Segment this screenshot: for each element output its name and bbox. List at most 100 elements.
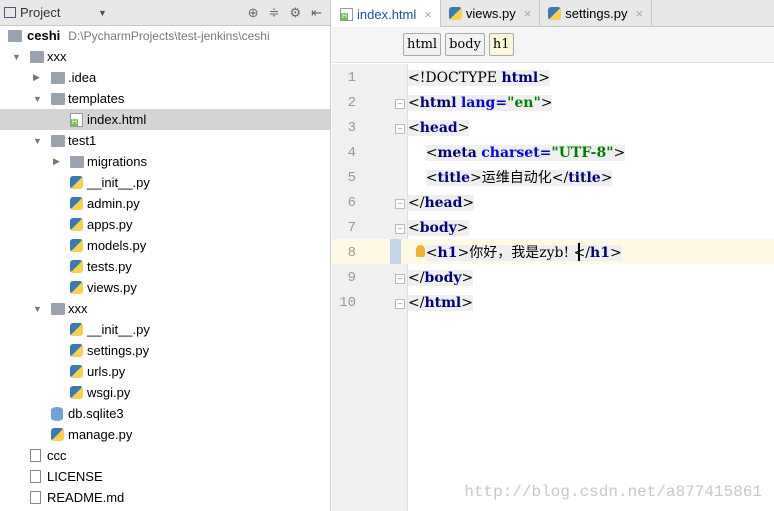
expanded-arrow-icon[interactable]: ▼ [33,136,42,146]
lightbulb-icon[interactable] [416,245,425,257]
tab-label: views.py [465,5,516,21]
tree-item[interactable]: ccc [0,445,330,466]
tab-views-py[interactable]: views.py × [441,0,541,26]
code-line[interactable]: <meta charset="UTF-8"> [408,141,626,166]
python-file-icon [70,218,83,231]
tree-item[interactable]: settings.py [0,340,330,361]
hide-panel-icon[interactable]: ⇤ [311,5,322,21]
tree-item-label: xxx [47,49,67,64]
line-number: 6 [347,195,356,211]
tree-item-label: manage.py [68,427,133,442]
tree-item[interactable]: manage.py [0,424,330,445]
tree-item[interactable]: README.md [0,487,330,508]
tree-item-label: settings.py [87,343,150,358]
tree-item[interactable]: urls.py [0,361,330,382]
python-file-icon [448,6,462,20]
python-file-icon [70,386,83,399]
text-file-icon [30,470,41,483]
line-number: 7 [347,220,356,236]
folder-icon [70,155,84,168]
tree-item[interactable]: tests.py [0,256,330,277]
tree-item-label: wsgi.py [87,385,131,400]
tab-label: settings.py [565,5,628,21]
line-number: 8 [347,245,356,261]
tree-item[interactable]: LICENSE [0,466,330,487]
gear-icon[interactable]: ⚙ [289,5,301,21]
close-icon[interactable]: × [424,7,432,22]
fold-marker-icon[interactable]: − [395,199,405,209]
code-line[interactable]: </head> [408,191,475,216]
fold-marker-icon[interactable]: − [395,224,405,234]
html-file-icon [340,7,353,21]
python-file-icon [70,344,83,357]
line-number: 1 [347,70,356,86]
tree-item-label: templates [68,91,125,106]
tree-item-label: test1 [68,133,97,148]
python-file-icon [548,6,562,20]
code-line[interactable]: <!DOCTYPE html> [408,66,550,91]
expanded-arrow-icon[interactable]: ▼ [12,52,21,62]
folder-icon [51,92,65,105]
tab-index-html[interactable]: index.html × [332,0,441,28]
folder-icon [30,50,44,63]
folder-icon [8,29,22,42]
tree-item[interactable]: ▼ test1 [0,130,330,151]
tree-item-label: README.md [47,490,125,505]
line-number: 4 [347,145,356,161]
breadcrumb-item[interactable]: html [403,33,442,56]
tree-item[interactable]: db.sqlite3 [0,403,330,424]
tree-item[interactable]: admin.py [0,193,330,214]
line-number: 5 [347,170,356,186]
fold-marker-icon[interactable]: − [395,274,405,284]
fold-marker-icon[interactable]: − [395,299,405,309]
fold-marker-icon[interactable]: − [395,99,405,109]
tab-settings-py[interactable]: settings.py × [540,0,653,26]
tree-item[interactable]: apps.py [0,214,330,235]
project-icon [4,7,16,18]
project-view-selector[interactable]: Project [20,5,98,20]
tree-item[interactable]: ▼ templates [0,88,330,109]
code-line[interactable]: <head> [408,116,470,141]
tree-item-label: admin.py [87,196,140,211]
collapsed-arrow-icon[interactable]: ▶ [53,156,60,167]
tree-item[interactable]: __init__.py [0,172,330,193]
tree-item[interactable]: models.py [0,235,330,256]
tree-item-label: __init__.py [87,175,150,190]
line-number: 2 [347,95,356,111]
collapsed-arrow-icon[interactable]: ▶ [33,72,40,83]
code-line[interactable]: <html lang="en"> [408,91,553,116]
close-icon[interactable]: × [524,6,532,21]
text-caret [578,243,580,261]
breadcrumb-item[interactable]: h1 [488,33,514,56]
locate-icon[interactable]: ⊕ [248,5,259,21]
collapse-all-icon[interactable]: ≑ [269,5,280,21]
change-marker [390,239,401,264]
fold-marker-icon[interactable]: − [395,124,405,134]
code-line[interactable]: <h1>你好，我是zyb! </h1> [408,241,622,266]
code-line[interactable]: </html> [408,291,473,316]
tree-item[interactable]: ▶ .idea [0,67,330,88]
tree-item[interactable]: index.html [0,109,330,130]
chevron-down-icon[interactable]: ▼ [98,8,107,18]
tree-item[interactable]: __init__.py [0,319,330,340]
text-file-icon [30,491,41,504]
expanded-arrow-icon[interactable]: ▼ [33,94,42,104]
code-line[interactable]: <title>运维自动化</title> [408,166,613,191]
code-line[interactable]: <body> [408,216,469,241]
python-file-icon [70,365,83,378]
tree-item[interactable]: ▼ xxx [0,298,330,319]
root-path: D:\PycharmProjects\test-jenkins\ceshi [68,29,270,43]
breadcrumb-item[interactable]: body [445,33,485,56]
tree-root[interactable]: ceshi D:\PycharmProjects\test-jenkins\ces… [0,25,330,46]
tree-item-label: urls.py [87,364,126,379]
tree-item-label: xxx [68,301,88,316]
expanded-arrow-icon[interactable]: ▼ [33,304,42,314]
tree-item[interactable]: ▼ xxx [0,46,330,67]
tree-item[interactable]: views.py [0,277,330,298]
tree-item[interactable]: ▶ migrations [0,151,330,172]
close-icon[interactable]: × [635,6,643,21]
code-line[interactable]: </body> [408,266,474,291]
tree-item[interactable]: wsgi.py [0,382,330,403]
tree-item-label: ccc [47,448,67,463]
tab-label: index.html [357,6,417,22]
